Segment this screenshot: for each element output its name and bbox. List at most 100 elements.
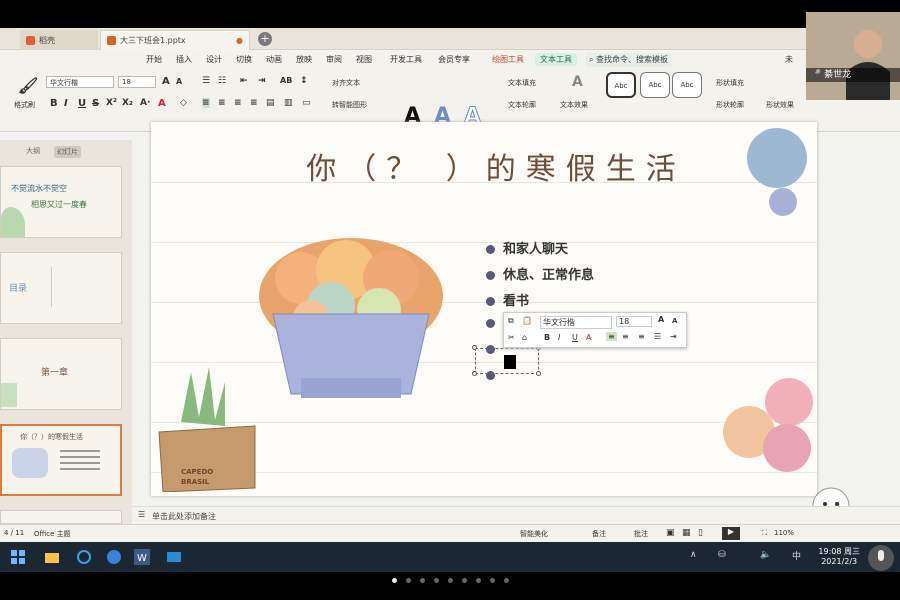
resize-handle[interactable] <box>472 345 477 350</box>
line-spacing-icon[interactable]: ↕ <box>300 76 308 86</box>
slide-canvas[interactable]: 你（？ ）的寒假生活 CAPEDO BRASIL 和家人聊天 休息、正常作息 看… <box>151 122 817 496</box>
tab-docer[interactable]: 稻壳 <box>20 30 98 50</box>
menu-view[interactable]: 视图 <box>356 54 372 65</box>
fit-window-icon[interactable]: ⛶ <box>762 529 767 538</box>
mini-shrink-font-icon[interactable]: A <box>672 317 677 325</box>
tray-apps-icon[interactable]: ⛁ <box>718 550 726 560</box>
slide-sorter-icon[interactable]: ▦ <box>682 528 691 538</box>
format-brush-icon[interactable]: ⌂ <box>522 333 527 342</box>
bullet-list-icon[interactable]: ☰ <box>202 76 210 86</box>
numbered-list-icon[interactable]: ☷ <box>218 76 226 86</box>
menu-review[interactable]: 审阅 <box>326 54 342 65</box>
superscript-icon[interactable]: X² <box>106 98 117 108</box>
align-right-icon[interactable]: ≡ <box>234 98 242 108</box>
shape-style-3[interactable]: Abc <box>672 72 702 98</box>
cut-icon[interactable]: ✂ <box>508 333 515 342</box>
format-painter-label[interactable]: 格式刷 <box>14 100 35 110</box>
shape-style-1[interactable]: Abc <box>606 72 636 98</box>
wps-taskbar-icon[interactable]: W <box>134 549 150 565</box>
ime-indicator[interactable]: 中 <box>792 549 801 562</box>
subscript-icon[interactable]: X₂ <box>122 98 133 108</box>
menu-animation[interactable]: 动画 <box>266 54 282 65</box>
page-dot[interactable] <box>419 578 425 583</box>
notes-toggle-button[interactable]: 备注 <box>592 529 606 539</box>
slide-title[interactable]: 你（？ ）的寒假生活 <box>151 144 711 188</box>
page-dot[interactable] <box>475 578 481 583</box>
mini-bold-icon[interactable]: B <box>544 333 550 342</box>
justify-icon[interactable]: ≡ <box>250 98 258 108</box>
ie-browser-icon[interactable] <box>76 549 92 565</box>
menu-text-tools[interactable]: 文本工具 <box>535 53 577 66</box>
text-outline-button[interactable]: 文本轮廓 <box>508 100 536 110</box>
text-box-icon[interactable]: ▭ <box>302 98 311 108</box>
page-dot[interactable] <box>447 578 453 583</box>
text-direction-icon[interactable]: AB <box>280 76 292 85</box>
menu-member[interactable]: 会员专享 <box>438 54 470 65</box>
shape-fill-button[interactable]: 形状填充 <box>716 78 744 88</box>
decrease-indent-icon[interactable]: ⇤ <box>240 76 248 86</box>
menu-slideshow[interactable]: 放映 <box>296 54 312 65</box>
slide-thumb-1[interactable]: 不觉流水不觉空 相思又过一度春 <box>0 166 122 238</box>
font-size-select[interactable]: 18 <box>118 76 156 88</box>
font-name-select[interactable]: 华文行楷 <box>46 76 114 88</box>
mini-align-left-icon[interactable]: ≡ <box>606 332 617 341</box>
command-search[interactable]: ⌕ 查找命令、搜索模板 <box>585 53 673 67</box>
slide-thumb-3[interactable]: 第一章 <box>0 338 122 410</box>
page-dot[interactable] <box>391 578 397 583</box>
font-effect-icon[interactable]: A· <box>140 98 150 108</box>
mini-align-right-icon[interactable]: ≡ <box>638 332 645 341</box>
align-text-button[interactable]: 对齐文本 <box>332 78 360 88</box>
file-explorer-icon[interactable] <box>44 549 60 565</box>
menu-home[interactable]: 开始 <box>146 54 162 65</box>
page-dot[interactable] <box>489 578 495 583</box>
reading-view-icon[interactable]: ▯ <box>698 528 703 538</box>
menu-right-overflow[interactable]: 未 <box>785 54 793 65</box>
shape-outline-button[interactable]: 形状轮廓 <box>716 100 744 110</box>
underline-icon[interactable]: U <box>78 98 86 109</box>
text-effect-icon[interactable]: A <box>572 74 583 90</box>
format-painter-icon[interactable]: 🖌 <box>18 76 38 95</box>
mini-list-icon[interactable]: ☰ <box>654 332 661 341</box>
increase-indent-icon[interactable]: ⇥ <box>258 76 266 86</box>
slide-thumb-4[interactable]: 你（？）的寒假生活 <box>0 424 122 496</box>
distribute-icon[interactable]: ▤ <box>266 98 275 108</box>
mini-indent-icon[interactable]: ⇥ <box>670 332 677 341</box>
bullet-item-3[interactable]: 看书 <box>486 290 529 309</box>
menu-transition[interactable]: 切换 <box>236 54 252 65</box>
tray-expand-icon[interactable]: ∧ <box>690 550 697 560</box>
microphone-floating-icon[interactable] <box>866 544 896 572</box>
shape-style-2[interactable]: Abc <box>640 72 670 98</box>
slide-thumb-5[interactable] <box>0 510 122 524</box>
mini-size-select[interactable]: 18 <box>616 316 652 327</box>
mini-font-color-icon[interactable]: A <box>586 333 591 342</box>
bold-icon[interactable]: B <box>50 98 58 109</box>
meeting-app-icon[interactable] <box>166 549 182 565</box>
page-dot[interactable] <box>405 578 411 583</box>
mini-italic-icon[interactable]: I <box>558 333 560 342</box>
slide-thumb-2[interactable]: 目录 <box>0 252 122 324</box>
text-effect-button[interactable]: 文本效果 <box>560 100 588 110</box>
strikethrough-icon[interactable]: S <box>92 98 99 109</box>
font-color-icon[interactable]: A <box>158 98 166 109</box>
copy-icon[interactable]: ⧉ <box>508 316 514 326</box>
system-clock[interactable]: 19:08 周三 2021/2/3 <box>818 547 860 567</box>
sogou-browser-icon[interactable] <box>106 549 122 565</box>
columns-icon[interactable]: ▥ <box>284 98 293 108</box>
bullet-item-2[interactable]: 休息、正常作息 <box>486 264 594 283</box>
resize-handle[interactable] <box>472 371 477 376</box>
page-dot[interactable] <box>503 578 509 583</box>
menu-insert[interactable]: 插入 <box>176 54 192 65</box>
italic-icon[interactable]: I <box>64 98 68 109</box>
mini-font-select[interactable]: 华文行楷 <box>540 316 612 329</box>
outline-tab[interactable]: 大纲 <box>26 146 40 156</box>
mini-underline-icon[interactable]: U <box>572 333 578 342</box>
grow-font-icon[interactable]: A <box>162 76 170 87</box>
clear-format-icon[interactable]: ◇ <box>180 98 187 108</box>
page-dot[interactable] <box>433 578 439 583</box>
slides-tab[interactable]: 幻灯片 <box>54 146 81 158</box>
bullet-item-1[interactable]: 和家人聊天 <box>486 238 568 257</box>
play-slideshow-icon[interactable]: ▶ <box>722 527 740 540</box>
mini-grow-font-icon[interactable]: A <box>658 315 664 324</box>
bullet-item-4[interactable] <box>486 316 503 331</box>
smart-beautify-button[interactable]: 智能美化 <box>520 529 548 539</box>
